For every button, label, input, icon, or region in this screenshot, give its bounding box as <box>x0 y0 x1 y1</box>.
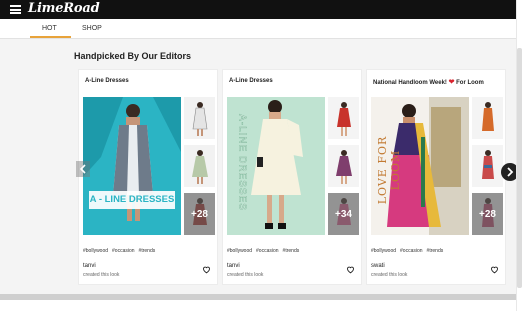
card-title-suffix: For Loom <box>456 80 484 86</box>
tag[interactable]: #trends <box>427 248 444 254</box>
tag-list: #bollywood #occasion #trends <box>371 248 447 254</box>
tag-list: #bollywood #occasion #trends <box>227 248 303 254</box>
top-bar: LimeRoad <box>0 0 516 19</box>
section-divider <box>0 294 516 300</box>
creator-name[interactable]: tanvi <box>227 263 240 269</box>
product-thumb[interactable] <box>184 145 215 187</box>
dress-thumbnail <box>472 145 503 187</box>
more-looks-count[interactable]: +28 <box>184 193 215 235</box>
dress-thumbnail <box>472 97 503 139</box>
creator-name[interactable]: swati <box>371 263 385 269</box>
hero-image[interactable]: A - LINE DRESSES <box>83 97 181 235</box>
hero-image[interactable]: A-LINE DRESSES <box>227 97 325 235</box>
product-thumb[interactable] <box>472 145 503 187</box>
product-thumb[interactable] <box>472 97 503 139</box>
card-title-text: National Handloom Week! <box>373 80 447 86</box>
creator-name[interactable]: tanvi <box>83 263 96 269</box>
product-thumb[interactable] <box>184 97 215 139</box>
creator-caption: created this look <box>83 272 120 278</box>
tag[interactable]: #trends <box>283 248 300 254</box>
carousel-prev-button[interactable] <box>76 161 90 177</box>
card-title[interactable]: A-Line Dresses <box>229 78 273 84</box>
scrollbar-thumb[interactable] <box>517 48 522 288</box>
page: LimeRoad HOT SHOP Handpicked By Our Edit… <box>0 0 524 311</box>
dress-thumbnail <box>184 145 215 187</box>
product-thumb[interactable]: +34 <box>328 193 359 235</box>
look-card[interactable]: National Handloom Week! ❤ For Loom LOVE … <box>366 69 506 285</box>
red-heart-icon: ❤ <box>448 79 455 86</box>
product-thumb[interactable]: +28 <box>184 193 215 235</box>
tag-list: #bollywood #occasion #trends <box>83 248 159 254</box>
hero-caption: A-LINE DRESSES <box>236 114 248 211</box>
more-looks-count[interactable]: +34 <box>328 193 359 235</box>
creator-caption: created this look <box>227 272 264 278</box>
main-content: Handpicked By Our Editors A-Line Dresses <box>0 39 516 294</box>
tab-bar: HOT SHOP <box>0 19 516 39</box>
hero-image[interactable]: LOVE FOR LOOM <box>371 97 469 235</box>
product-thumb[interactable] <box>328 97 359 139</box>
hero-caption: A - LINE DRESSES <box>89 194 175 205</box>
product-thumb[interactable]: +28 <box>472 193 503 235</box>
card-title[interactable]: National Handloom Week! ❤ For Loom <box>373 78 484 86</box>
hero-illustration <box>83 97 181 235</box>
dress-thumbnail <box>328 97 359 139</box>
look-card[interactable]: A-Line Dresses A-LINE DRESSES +34 #bolly… <box>222 69 362 285</box>
tag[interactable]: #trends <box>139 248 156 254</box>
tag[interactable]: #bollywood <box>227 248 252 254</box>
look-card[interactable]: A-Line Dresses A - LINE DRESSES +28 #bol… <box>78 69 218 285</box>
heart-icon[interactable] <box>490 265 499 274</box>
chevron-left-icon <box>79 164 86 174</box>
section-title: Handpicked By Our Editors <box>74 51 192 61</box>
tag[interactable]: #occasion <box>400 248 423 254</box>
tag[interactable]: #occasion <box>112 248 135 254</box>
logo[interactable]: LimeRoad <box>28 1 100 16</box>
more-looks-count[interactable]: +28 <box>472 193 503 235</box>
tab-shop[interactable]: SHOP <box>82 25 102 32</box>
product-thumb[interactable] <box>328 145 359 187</box>
card-title[interactable]: A-Line Dresses <box>85 78 129 84</box>
tab-hot[interactable]: HOT <box>42 25 57 32</box>
active-tab-indicator <box>30 36 71 38</box>
tag[interactable]: #bollywood <box>371 248 396 254</box>
hero-caption: LOVE FOR LOOM <box>376 135 402 205</box>
dress-thumbnail <box>184 97 215 139</box>
tag[interactable]: #occasion <box>256 248 279 254</box>
heart-icon[interactable] <box>202 265 211 274</box>
dress-thumbnail <box>328 145 359 187</box>
creator-caption: created this look <box>371 272 408 278</box>
heart-icon[interactable] <box>346 265 355 274</box>
menu-icon[interactable] <box>10 5 21 14</box>
tag[interactable]: #bollywood <box>83 248 108 254</box>
